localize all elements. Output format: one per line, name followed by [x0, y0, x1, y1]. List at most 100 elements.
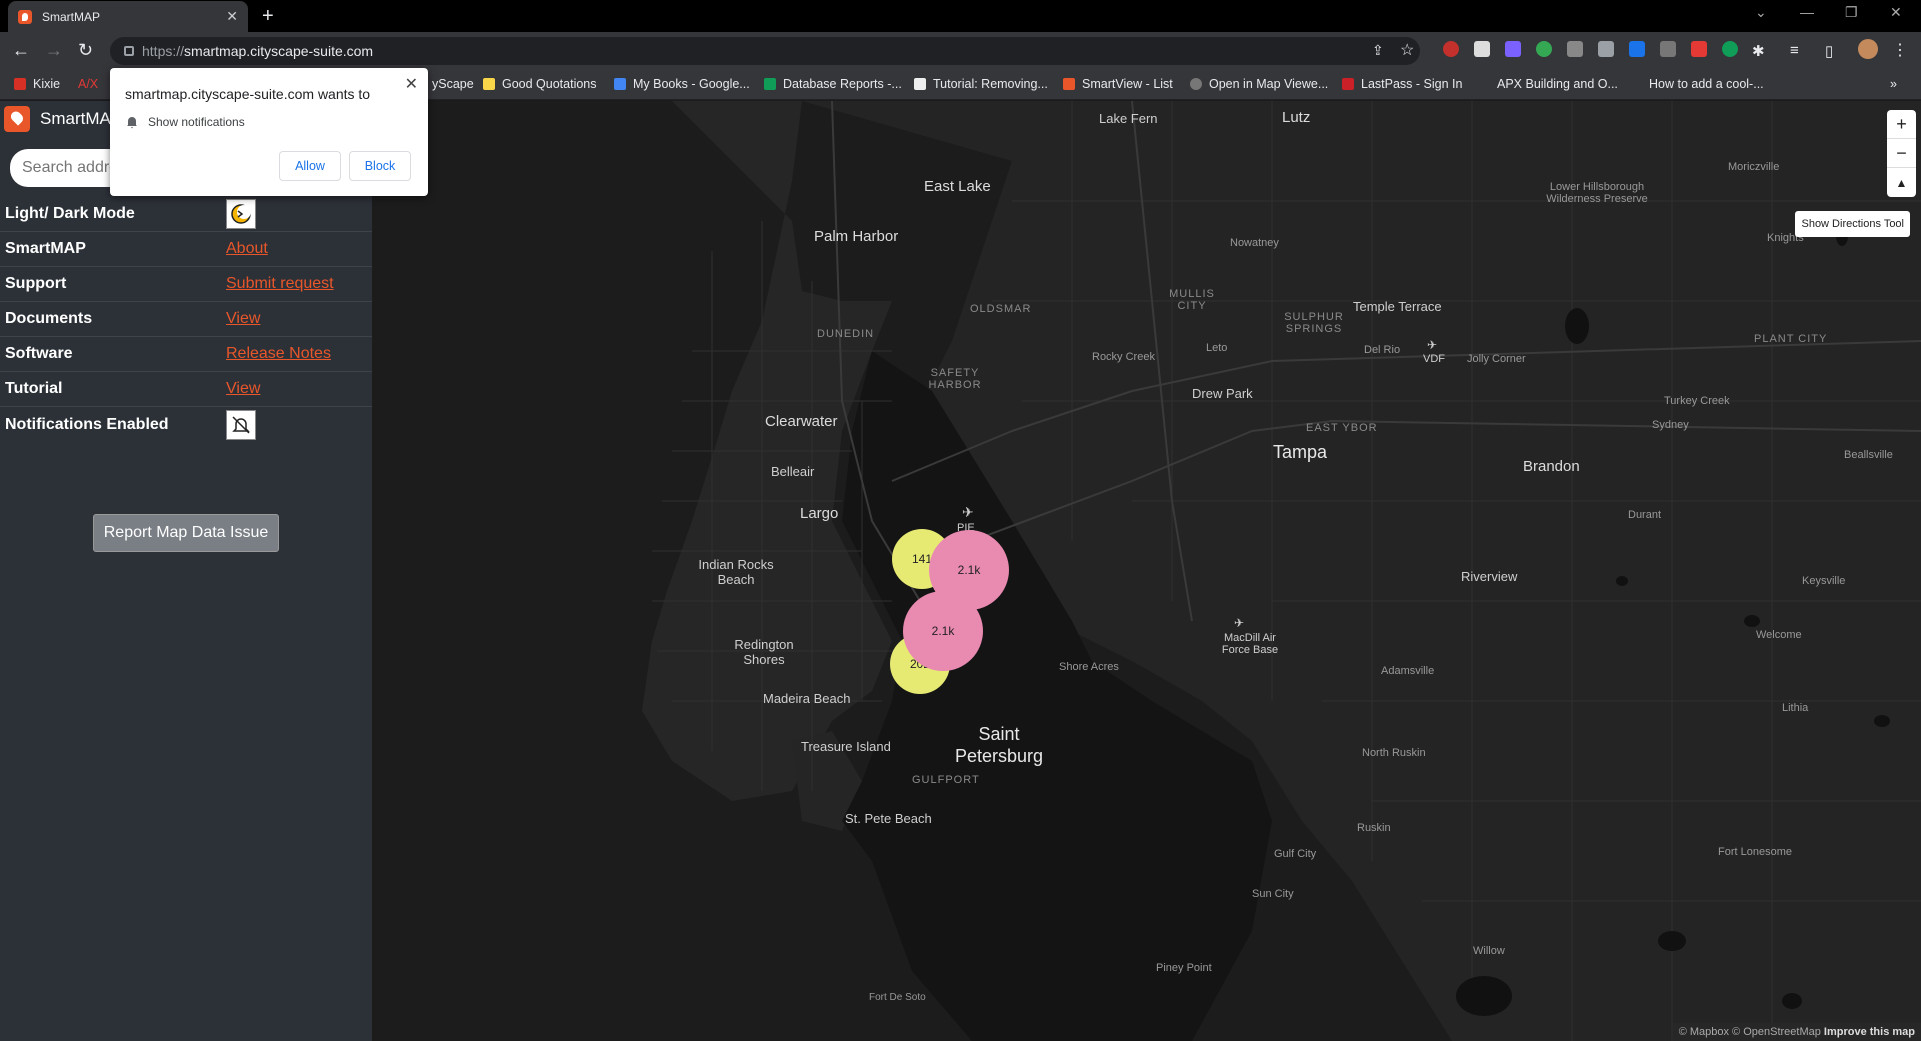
cluster-count: 2.1k — [957, 563, 981, 577]
extension-icon[interactable] — [1691, 41, 1707, 57]
bookmark-label: A/X — [78, 77, 99, 91]
menu-icon[interactable]: ⋮ — [1892, 40, 1908, 60]
map-label: Lower Hillsborough Wilderness Preserve — [1546, 181, 1648, 205]
map-label: Ruskin — [1357, 822, 1391, 834]
map-label: Sydney — [1652, 419, 1689, 431]
bookmark-lastpass[interactable]: LastPass - Sign In — [1342, 77, 1462, 91]
bookmark-how-to[interactable]: How to add a cool-... — [1630, 77, 1764, 91]
map-label: North Ruskin — [1362, 747, 1426, 759]
browser-tab[interactable]: SmartMAP ✕ — [8, 1, 248, 32]
zoom-in-button[interactable]: + — [1887, 110, 1916, 139]
more-bookmarks-icon[interactable]: » — [1890, 77, 1897, 91]
bookmark-cityscape[interactable]: yScape — [432, 77, 474, 91]
map-label: Fort De Soto — [869, 992, 926, 1003]
bell-off-icon[interactable] — [226, 409, 256, 440]
extension-icon[interactable] — [1567, 41, 1583, 57]
compass-icon[interactable]: ▲ — [1887, 168, 1916, 197]
block-button[interactable]: Block — [349, 151, 411, 181]
extension-icon[interactable] — [1474, 41, 1490, 57]
map-label: Brandon — [1523, 458, 1580, 475]
report-map-data-issue-button[interactable]: Report Map Data Issue — [93, 514, 279, 552]
about-link[interactable]: About — [226, 240, 268, 258]
close-window-icon[interactable]: ✕ — [1890, 4, 1902, 21]
adblock-icon[interactable] — [1443, 41, 1459, 57]
map-canvas[interactable]: Lake Fern Lutz East Lake Palm Harbor Now… — [372, 101, 1921, 1041]
bookmark-kixie[interactable]: Kixie — [14, 77, 60, 91]
map-label: Gulf City — [1274, 848, 1317, 860]
bookmark-smartview[interactable]: SmartView - List — [1063, 77, 1173, 91]
bookmark-label: Tutorial: Removing... — [933, 77, 1048, 91]
forward-icon[interactable]: → — [45, 40, 63, 61]
dark-mode-toggle-icon[interactable] — [226, 199, 256, 229]
reading-list-icon[interactable]: ≡ — [1790, 42, 1799, 59]
share-icon[interactable]: ⇪ — [1372, 42, 1384, 59]
extension-icon[interactable] — [1722, 41, 1738, 57]
map-label: Durant — [1628, 509, 1662, 521]
improve-map-link[interactable]: Improve this map — [1824, 1026, 1915, 1038]
attribution-text[interactable]: © Mapbox © OpenStreetMap — [1679, 1026, 1821, 1038]
submit-request-link[interactable]: Submit request — [226, 275, 334, 293]
cluster-count: 2.1k — [931, 624, 955, 638]
release-notes-link[interactable]: Release Notes — [226, 345, 331, 363]
show-directions-tool-button[interactable]: Show Directions Tool — [1795, 211, 1910, 237]
puzzle-icon[interactable]: ✱ — [1752, 42, 1765, 60]
tab-close-icon[interactable]: ✕ — [226, 8, 238, 25]
bookmark-good-quotations[interactable]: Good Quotations — [483, 77, 597, 91]
row-label: Tutorial — [5, 380, 63, 397]
map-label: Saint Petersburg — [954, 724, 1044, 766]
map-label: Treasure Island — [801, 739, 891, 754]
row-label: Support — [5, 275, 67, 292]
page-icon — [1478, 78, 1490, 90]
bookmark-database-reports[interactable]: Database Reports -... — [764, 77, 902, 91]
address-bar[interactable]: https:// smartmap.cityscape-suite.com — [110, 37, 1420, 65]
bookmark-ax[interactable]: A/X — [78, 77, 98, 91]
map-label: Riverview — [1461, 569, 1518, 584]
reload-icon[interactable]: ↻ — [78, 40, 93, 61]
bookmark-star-icon[interactable]: ☆ — [1400, 40, 1414, 60]
bookmark-label: APX Building and O... — [1497, 77, 1618, 91]
row-smartmap: SmartMAP About — [0, 232, 372, 267]
new-tab-icon[interactable]: + — [262, 5, 274, 28]
allow-button[interactable]: Allow — [279, 151, 341, 181]
airport-icon: ✈ — [1234, 616, 1245, 630]
map-label: Fort Lonesome — [1718, 846, 1792, 858]
bookmark-open-in-map[interactable]: Open in Map Viewe... — [1190, 77, 1328, 91]
bookmark-apx[interactable]: APX Building and O... — [1478, 77, 1618, 91]
cluster-marker[interactable]: 2.1k — [903, 591, 983, 671]
side-panel-icon[interactable]: ▯ — [1825, 42, 1833, 60]
view-tutorial-link[interactable]: View — [226, 380, 260, 398]
url-scheme: https:// — [142, 43, 185, 59]
map-label: Lithia — [1782, 702, 1809, 714]
close-popup-icon[interactable]: ✕ — [405, 74, 418, 94]
minimize-icon[interactable]: — — [1800, 4, 1814, 20]
bookmark-label: SmartView - List — [1082, 77, 1173, 91]
zoom-out-button[interactable]: − — [1887, 139, 1916, 168]
smartmap-logo-icon — [4, 106, 30, 132]
extension-icon[interactable] — [1629, 41, 1645, 57]
back-icon[interactable]: ← — [12, 40, 30, 61]
bookmark-my-books[interactable]: My Books - Google... — [614, 77, 750, 91]
map-label: Welcome — [1756, 629, 1802, 641]
sidebar: SmartMAP Light/ Dark Mode SmartMAP About… — [0, 101, 372, 1041]
view-documents-link[interactable]: View — [226, 310, 260, 328]
bookmark-label: My Books - Google... — [633, 77, 750, 91]
bookmark-tutorial[interactable]: Tutorial: Removing... — [914, 77, 1048, 91]
extension-icon[interactable] — [1660, 41, 1676, 57]
extension-icon[interactable] — [1536, 41, 1552, 57]
map-attribution: © Mapbox © OpenStreetMap Improve this ma… — [1672, 1023, 1921, 1041]
extension-icon[interactable] — [1505, 41, 1521, 57]
map-label: Tampa — [1273, 442, 1328, 462]
map-label: Willow — [1473, 945, 1505, 957]
bookmark-label: LastPass - Sign In — [1361, 77, 1463, 91]
map-basemap — [372, 101, 1921, 1041]
map-label: DUNEDIN — [817, 328, 875, 340]
profile-avatar-icon[interactable] — [1858, 39, 1878, 59]
map-label: PLANT CITY — [1754, 333, 1828, 345]
bookmark-label: yScape — [432, 77, 474, 91]
row-label: SmartMAP — [5, 240, 86, 257]
extension-icon[interactable] — [1598, 41, 1614, 57]
map-label: Lake Fern — [1099, 111, 1158, 126]
settings-list: Light/ Dark Mode SmartMAP About Support … — [0, 197, 372, 442]
restore-icon[interactable]: ❐ — [1845, 4, 1858, 21]
tab-search-icon[interactable]: ⌄ — [1755, 4, 1767, 21]
